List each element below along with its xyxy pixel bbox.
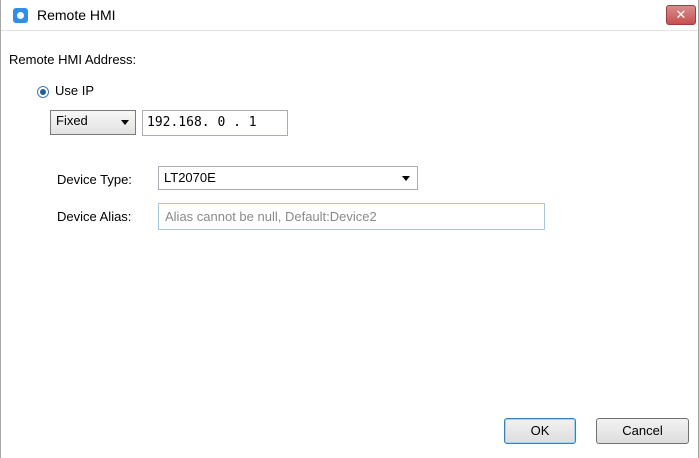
use-ip-label: Use IP — [55, 83, 95, 98]
close-button[interactable]: ✕ — [666, 5, 696, 25]
use-ip-radio[interactable] — [37, 86, 49, 98]
chevron-down-icon — [402, 176, 410, 181]
device-type-label: Device Type: — [57, 172, 132, 187]
ip-mode-value: Fixed — [56, 113, 88, 128]
device-alias-input[interactable]: Alias cannot be null, Default:Device2 — [158, 203, 545, 230]
remote-hmi-address-label: Remote HMI Address: — [9, 52, 137, 67]
ip-mode-select[interactable]: Fixed — [50, 110, 136, 135]
device-type-select[interactable]: LT2070E — [158, 166, 418, 190]
title-bar: Remote HMI ✕ — [1, 0, 698, 31]
device-type-value: LT2070E — [164, 170, 216, 185]
remote-hmi-dialog: Remote HMI ✕ Remote HMI Address: Use IP … — [0, 0, 699, 458]
app-icon — [13, 8, 28, 23]
chevron-down-icon — [121, 120, 129, 125]
ip-address-field[interactable]: 192.168. 0 . 1 — [142, 110, 288, 136]
cancel-button[interactable]: Cancel — [596, 418, 689, 444]
ok-button[interactable]: OK — [504, 418, 576, 444]
window-title: Remote HMI — [37, 7, 116, 23]
device-alias-label: Device Alias: — [57, 209, 132, 224]
